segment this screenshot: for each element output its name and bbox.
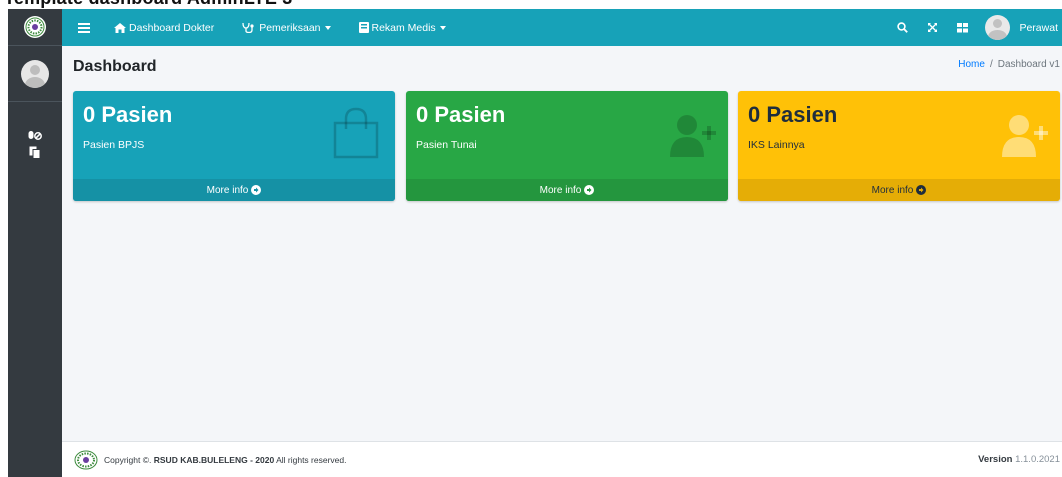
user-plus-icon: [670, 115, 716, 157]
copyright-text: Copyright ©. RSUD KAB.BULELENG - 2020 Al…: [104, 455, 346, 465]
stethoscope-icon: [242, 22, 254, 33]
chevron-down-icon: [439, 25, 446, 30]
nav-pemeriksaan-dropdown[interactable]: Pemeriksaan: [242, 21, 331, 34]
arrow-circle-right-icon: [584, 185, 595, 195]
user-avatar: [21, 59, 49, 88]
small-box-iks-lainnya: 0 Pasien IKS Lainnya More info: [738, 91, 1060, 201]
user-plus-icon: [1002, 115, 1048, 157]
nav-pemeriksaan-label: Pemeriksaan: [259, 21, 321, 34]
copyright-org: RSUD KAB.BULELENG - 2020: [153, 454, 275, 465]
main-footer: Copyright ©. RSUD KAB.BULELENG - 2020 Al…: [62, 441, 1062, 477]
page-title: Dashboard: [73, 58, 157, 75]
sidebar-user-panel[interactable]: [8, 46, 62, 102]
search-icon[interactable]: [887, 22, 917, 33]
version-label: Version: [978, 454, 1013, 465]
hospital-logo-icon: [25, 17, 45, 37]
breadcrumb: Home / Dashboard v1: [958, 59, 1060, 70]
user-avatar: [985, 15, 1011, 40]
arrow-circle-right-icon: [251, 185, 262, 195]
breadcrumb-current: Dashboard v1: [997, 59, 1060, 70]
more-info-link[interactable]: More info: [738, 179, 1060, 201]
breadcrumb-separator: /: [989, 59, 993, 70]
nav-dashboard-dokter[interactable]: Dashboard Dokter: [114, 22, 214, 34]
small-box-pasien-bpjs: 0 Pasien Pasien BPJS More info: [73, 91, 395, 201]
content-wrapper: Dashboard Home / Dashboard v1 0 Pasien Pas…: [62, 46, 1062, 441]
book-icon: [358, 22, 369, 33]
more-info-label: More info: [871, 184, 914, 196]
chevron-down-icon: [324, 25, 331, 30]
navbar-right: Perawat: [887, 15, 1062, 40]
brand-logo: [24, 16, 46, 38]
nav-rekam-medis-label: Rekam Medis: [371, 21, 436, 34]
main-sidebar: [8, 9, 62, 477]
page-caption: Template dashboard AdminLTE 3: [0, 0, 1062, 9]
copyright-suffix: All rights reserved.: [276, 454, 347, 465]
nav-dashboard-label: Dashboard Dokter: [129, 21, 215, 34]
version-info: Version 1.1.0.2021: [978, 454, 1060, 465]
more-info-link[interactable]: More info: [73, 179, 395, 201]
breadcrumb-home-link[interactable]: Home: [958, 59, 985, 70]
arrow-circle-right-icon: [916, 185, 927, 195]
user-menu[interactable]: Perawat: [985, 15, 1062, 40]
version-number: 1.1.0.2021: [1015, 454, 1060, 465]
pills-icon[interactable]: [8, 128, 62, 146]
menu-toggle-icon[interactable]: [78, 22, 90, 33]
copy-icon[interactable]: [8, 146, 62, 164]
hospital-logo-icon: [74, 450, 98, 469]
more-info-label: More info: [206, 184, 249, 196]
grid-icon[interactable]: [947, 22, 977, 33]
top-navbar: Dashboard Dokter Pemeriksaan Rekam Medis…: [62, 9, 1062, 46]
more-info-link[interactable]: More info: [406, 179, 728, 201]
home-icon: [114, 22, 126, 33]
nav-rekam-medis-dropdown[interactable]: Rekam Medis: [358, 21, 446, 34]
brand-link[interactable]: [8, 9, 62, 46]
shopping-bag-icon: [333, 107, 379, 159]
user-name: Perawat: [1019, 21, 1058, 34]
more-info-label: More info: [539, 184, 582, 196]
small-box-pasien-tunai: 0 Pasien Pasien Tunai More info: [406, 91, 728, 201]
expand-icon[interactable]: [917, 22, 947, 33]
copyright-prefix: Copyright ©.: [104, 454, 152, 465]
sidebar-nav: [8, 102, 62, 164]
